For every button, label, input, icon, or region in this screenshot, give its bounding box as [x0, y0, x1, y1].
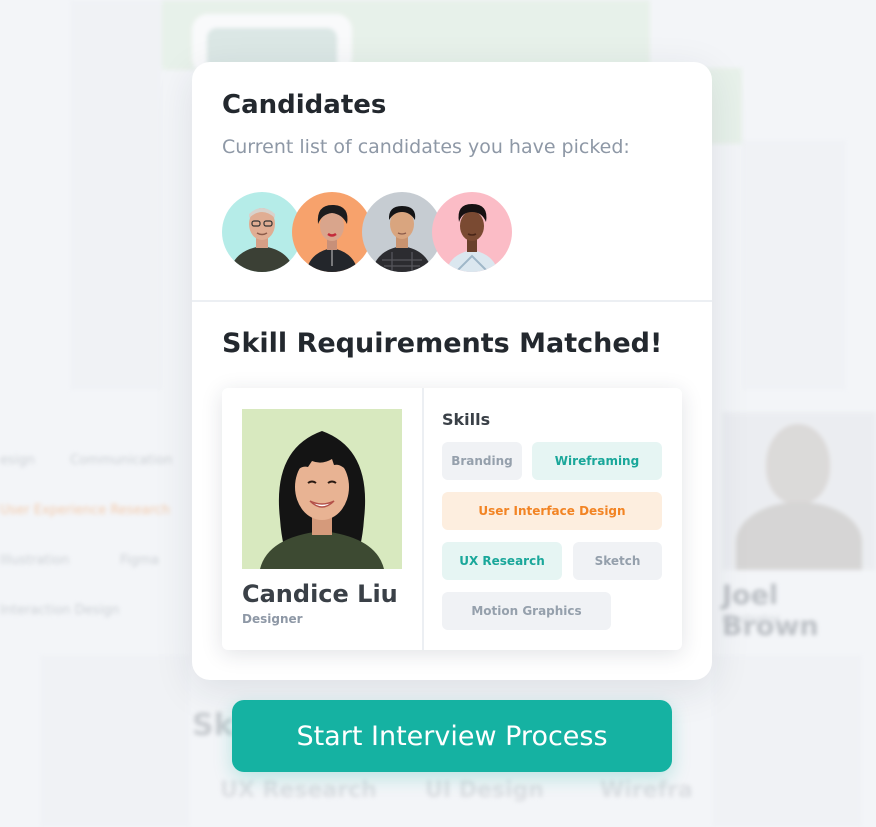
bg-column — [40, 655, 190, 827]
avatar[interactable] — [362, 192, 442, 272]
skill-chip-wireframing[interactable]: Wireframing — [532, 442, 662, 480]
candidates-card: Candidates Current list of candidates yo… — [192, 62, 712, 680]
candidate-name: Candice Liu — [242, 580, 398, 608]
person-icon — [446, 204, 498, 272]
skills-heading: Skills — [442, 410, 491, 429]
bg-skill-text: Communication — [70, 453, 173, 468]
skill-chip-ux-research[interactable]: UX Research — [442, 542, 562, 580]
person-icon — [306, 204, 358, 272]
person-icon — [372, 206, 432, 272]
avatar[interactable] — [222, 192, 302, 272]
avatar[interactable] — [292, 192, 372, 272]
person-icon — [260, 431, 384, 569]
bg-skill-text: Illustration — [0, 553, 70, 568]
bg-skill-text: esign — [0, 453, 35, 468]
bg-skill-text: Wirefra — [600, 778, 693, 803]
skill-chip-branding[interactable]: Branding — [442, 442, 522, 480]
avatar[interactable] — [432, 192, 512, 272]
candidates-subtitle: Current list of candidates you have pick… — [222, 136, 630, 158]
candidates-title: Candidates — [222, 90, 387, 120]
bg-column — [712, 655, 862, 827]
start-interview-button[interactable]: Start Interview Process — [232, 700, 672, 772]
profile-divider — [422, 388, 424, 650]
bg-column — [742, 140, 846, 390]
candidate-photo — [242, 409, 402, 569]
bg-skill-text: Figma — [120, 553, 160, 568]
bg-skill-text: User Experience Research — [0, 503, 171, 518]
bg-person-photo — [722, 412, 876, 570]
bg-skill-text: UX Research — [220, 778, 377, 803]
bg-skill-text: UI Design — [425, 778, 544, 803]
candidate-profile-card[interactable]: Candice Liu Designer Skills Branding Wir… — [222, 388, 682, 650]
bg-column — [70, 0, 162, 390]
skill-chip-user-interface-design[interactable]: User Interface Design — [442, 492, 662, 530]
skill-chip-motion-graphics[interactable]: Motion Graphics — [442, 592, 611, 630]
person-icon — [230, 208, 294, 272]
bg-person-role: Illustrator — [722, 612, 781, 626]
candidate-role: Designer — [242, 612, 303, 626]
profile-info: Candice Liu Designer — [222, 388, 422, 650]
bg-person-name: Joel Brown — [722, 580, 819, 642]
section-divider — [192, 300, 712, 302]
skill-chip-sketch[interactable]: Sketch — [573, 542, 662, 580]
bg-skill-text: Interaction Design — [0, 603, 120, 618]
match-title: Skill Requirements Matched! — [222, 328, 663, 359]
